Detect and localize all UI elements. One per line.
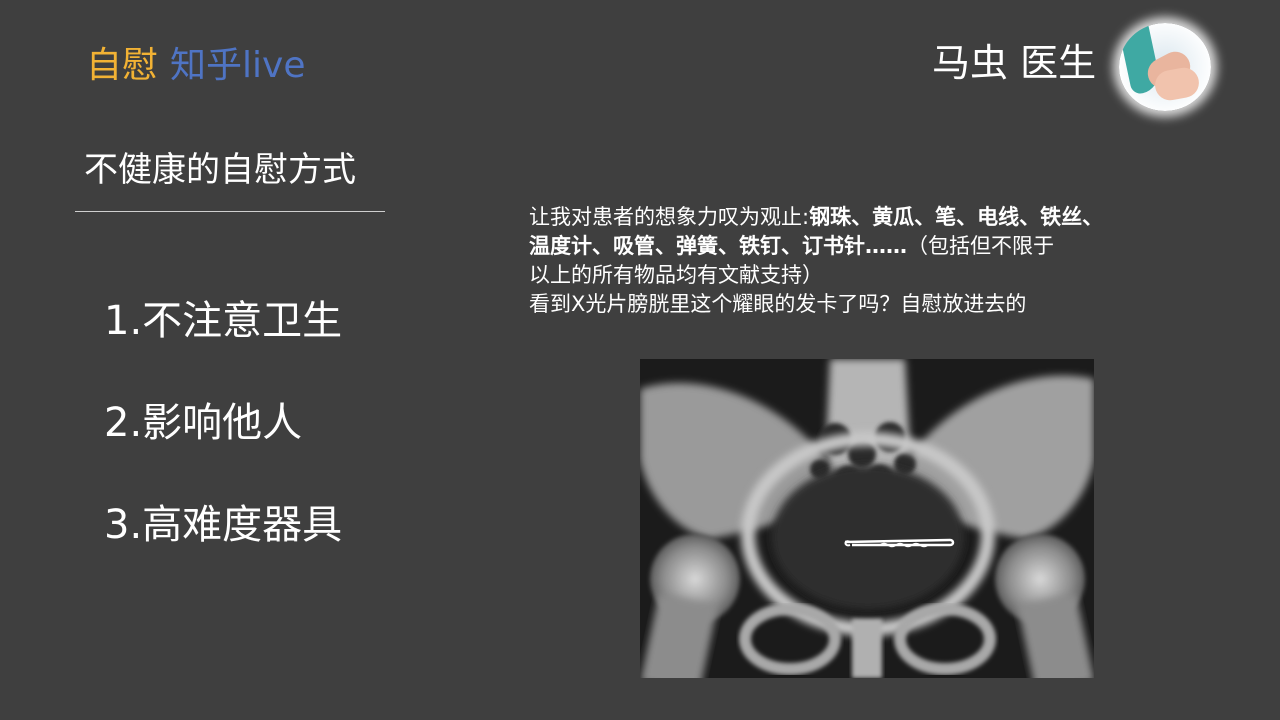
desc-line-1-items: 钢珠、黄瓜、笔、电线、铁丝、: [809, 205, 1104, 229]
desc-line-2-items: 温度计、吸管、弹簧、铁钉、订书针……: [529, 234, 907, 258]
desc-line-1: 让我对患者的想象力叹为观止:钢珠、黄瓜、笔、电线、铁丝、: [529, 203, 1229, 232]
desc-line-4: 看到X光片膀胱里这个耀眼的发卡了吗？自慰放进去的: [529, 292, 1027, 316]
desc-line-1-intro: 让我对患者的想象力叹为观止:: [529, 205, 810, 229]
author-avatar: [1119, 23, 1211, 111]
point-risky-tools: 3.高难度器具: [104, 502, 343, 548]
desc-line-3: 以上的所有物品均有文献支持）: [529, 263, 823, 287]
pelvis-xray-image: [640, 359, 1094, 678]
description-text: 让我对患者的想象力叹为观止:钢珠、黄瓜、笔、电线、铁丝、 温度计、吸管、弹簧、铁…: [529, 203, 1229, 319]
section-title: 不健康的自慰方式: [84, 150, 356, 190]
desc-line-2: 温度计、吸管、弹簧、铁钉、订书针……（包括但不限于: [529, 232, 1229, 261]
title-divider: [75, 211, 385, 212]
author-name: 马虫 医生: [932, 41, 1097, 85]
brand-topic: 自慰: [86, 45, 159, 86]
brand-title: 自慰 知乎live: [86, 44, 305, 88]
brand-platform: 知乎live: [170, 45, 306, 86]
desc-line-2-note: （包括但不限于: [907, 234, 1054, 258]
point-affect-others: 2.影响他人: [104, 400, 303, 446]
point-hygiene: 1.不注意卫生: [104, 298, 343, 344]
